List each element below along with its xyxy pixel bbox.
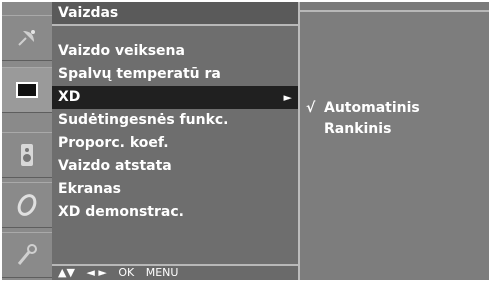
tv-osd-menu: Vaizdas Vaizdo veiksena Spalvų temperatū…: [2, 2, 489, 280]
wrench-icon: [17, 244, 37, 265]
menu-item-label: XD demonstrac.: [58, 204, 184, 220]
submenu-list: √ Automatinis Rankinis: [306, 98, 420, 140]
menu-item-color-temperature[interactable]: Spalvų temperatū ra: [52, 63, 298, 86]
menu-hint: MENU: [145, 266, 179, 279]
submenu-option-label: Rankinis: [324, 121, 392, 137]
submenu-arrow-icon: ►: [283, 91, 292, 104]
menu-item-label: Vaizdo atstata: [58, 158, 172, 174]
menu-title: Vaizdas: [52, 2, 298, 26]
clock-icon: [17, 194, 37, 216]
category-audio[interactable]: [2, 132, 52, 178]
category-time[interactable]: [2, 182, 52, 228]
picture-menu-panel: Vaizdas Vaizdo veiksena Spalvų temperatū…: [52, 2, 300, 280]
menu-item-picture-reset[interactable]: Vaizdo atstata: [52, 155, 298, 178]
checkmark-icon: √: [306, 100, 316, 116]
category-icon-column: [2, 2, 52, 280]
menu-item-xd[interactable]: XD ►: [52, 86, 298, 109]
menu-item-screen[interactable]: Ekranas: [52, 178, 298, 201]
menu-item-label: Sudėtingesnės funkc.: [58, 112, 229, 128]
menu-item-label: Ekranas: [58, 181, 121, 197]
satellite-dish-icon: [18, 30, 35, 46]
menu-item-advanced[interactable]: Sudėtingesnės funkc.: [52, 109, 298, 132]
menu-item-label: Spalvų temperatū ra: [58, 66, 221, 82]
menu-item-aspect-ratio[interactable]: Proporc. koef.: [52, 132, 298, 155]
menu-item-label: Proporc. koef.: [58, 135, 169, 151]
category-setup[interactable]: [2, 15, 52, 61]
ok-hint: OK: [118, 266, 135, 279]
navigation-hint-bar: ▲▼ ◄ ► OK MENU: [52, 264, 298, 280]
category-picture[interactable]: [2, 67, 52, 113]
xd-submenu-panel: √ Automatinis Rankinis: [300, 10, 489, 280]
menu-item-picture-mode[interactable]: Vaizdo veiksena: [52, 40, 298, 63]
submenu-option-label: Automatinis: [324, 100, 420, 116]
up-down-arrows-icon: ▲▼: [58, 266, 75, 279]
menu-item-xd-demo[interactable]: XD demonstrac.: [52, 201, 298, 224]
category-option[interactable]: [2, 232, 52, 278]
speaker-icon: [21, 144, 33, 166]
submenu-option-automatic[interactable]: √ Automatinis: [306, 98, 420, 119]
menu-list: Vaizdo veiksena Spalvų temperatū ra XD ► …: [52, 40, 298, 224]
menu-item-label: XD: [58, 89, 81, 105]
menu-item-label: Vaizdo veiksena: [58, 43, 185, 59]
picture-icon: [16, 82, 38, 98]
submenu-option-manual[interactable]: Rankinis: [306, 119, 420, 140]
left-right-arrows-icon: ◄ ►: [86, 266, 107, 279]
